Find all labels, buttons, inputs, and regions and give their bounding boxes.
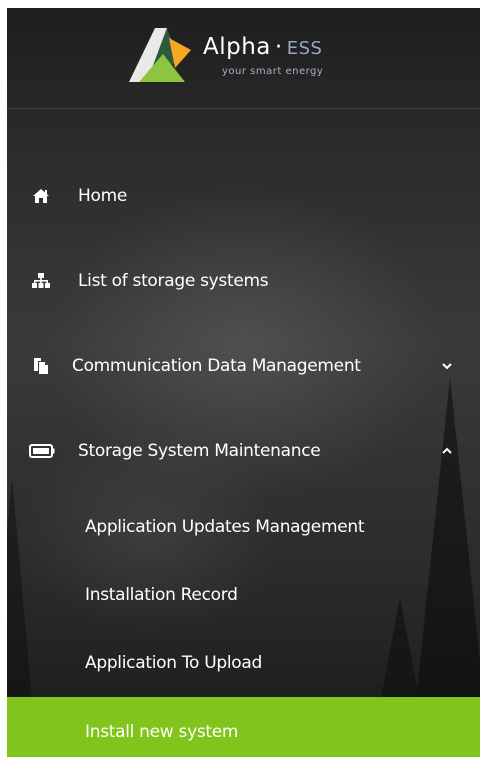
copy-icon [31, 356, 51, 376]
battery-icon [29, 441, 55, 461]
menu-item-storage-maintenance[interactable]: Storage System Maintenance [7, 408, 480, 493]
menu-item-label: Home [78, 185, 128, 206]
home-icon [31, 186, 51, 206]
menu-item-communication-data[interactable]: Communication Data Management [7, 323, 480, 408]
menu-item-storage-systems[interactable]: List of storage systems [7, 238, 480, 323]
submenu-storage-maintenance: Application Updates Management Installat… [7, 493, 480, 757]
chevron-up-icon[interactable] [439, 443, 455, 459]
submenu-item-install-new-system[interactable]: Install new system [7, 697, 480, 757]
logo-header[interactable]: Alpha · ESS your smart energy [7, 8, 480, 109]
submenu-item-application-updates[interactable]: Application Updates Management [7, 493, 480, 561]
sidebar: Alpha · ESS your smart energy Home List of… [7, 8, 480, 757]
menu-item-label: Communication Data Management [72, 355, 361, 376]
nav-menu: Home List of storage systems Communicati… [7, 153, 480, 757]
submenu-item-installation-record[interactable]: Installation Record [7, 561, 480, 629]
menu-item-label: List of storage systems [78, 270, 269, 291]
sitemap-icon [31, 271, 51, 291]
submenu-item-label: Application Updates Management [85, 517, 365, 537]
brand-suffix: ESS [286, 38, 323, 59]
submenu-item-label: Application To Upload [85, 653, 262, 673]
submenu-item-label: Install new system [85, 722, 239, 742]
submenu-item-application-upload[interactable]: Application To Upload [7, 629, 480, 697]
brand-tagline: your smart energy [222, 66, 324, 77]
submenu-item-label: Installation Record [85, 585, 238, 605]
chevron-down-icon[interactable] [439, 358, 455, 374]
menu-item-home[interactable]: Home [7, 153, 480, 238]
brand-title: Alpha · ESS [203, 34, 322, 60]
menu-item-label: Storage System Maintenance [78, 440, 321, 461]
brand-name: Alpha [203, 34, 271, 60]
alpha-ess-logo-icon [129, 28, 191, 82]
brand-separator: · [274, 34, 283, 60]
